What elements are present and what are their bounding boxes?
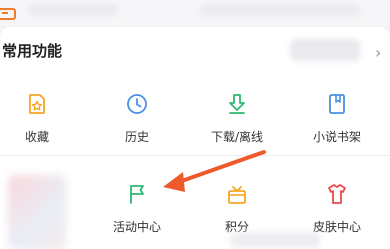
annotation-arrow [163,150,266,192]
